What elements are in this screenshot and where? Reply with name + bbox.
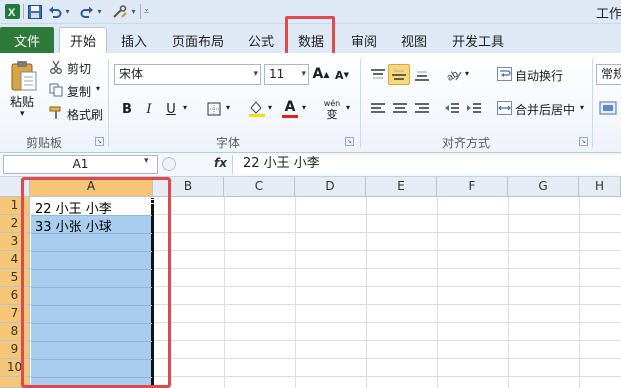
formula-bar-splitter-icon[interactable] [162, 157, 176, 171]
font-launcher-icon[interactable]: ↘ [345, 137, 354, 146]
align-right-icon[interactable] [412, 100, 432, 118]
cut-label[interactable]: 剪切 [67, 60, 91, 77]
tab-file[interactable]: 文件 [0, 27, 54, 53]
tab-view[interactable]: 视图 [394, 27, 434, 53]
wrap-text-icon[interactable] [496, 65, 512, 83]
column-header-c[interactable]: C [224, 177, 295, 197]
tab-developer[interactable]: 开发工具 [446, 27, 510, 53]
copy-label[interactable]: 复制 [67, 83, 91, 100]
number-format-value: 常规 [601, 67, 621, 81]
font-name-dropdown-icon[interactable]: ▾ [253, 65, 258, 84]
borders-icon[interactable] [205, 100, 223, 118]
name-box-value: A1 [72, 157, 89, 171]
formula-bar: A1 ▾ fx 22 小王 小李 [0, 153, 621, 177]
shrink-font-button[interactable]: A ▼ [334, 66, 350, 84]
tools-dropdown-icon[interactable]: ▾ [129, 3, 138, 20]
worksheet-grid[interactable]: A B C D E F G H 1 2 3 4 5 6 7 8 9 10 22 … [0, 177, 621, 388]
column-header-d[interactable]: D [295, 177, 366, 197]
font-name-value: 宋体 [119, 67, 144, 81]
cut-icon[interactable] [48, 59, 64, 75]
font-size-select[interactable]: 11 ▾ [264, 64, 309, 85]
align-center-icon[interactable] [390, 100, 410, 118]
alignment-group-label: 对齐方式 [442, 136, 491, 150]
tools-icon[interactable] [111, 3, 129, 20]
decrease-indent-icon[interactable] [442, 100, 462, 118]
font-group-label: 字体 [216, 136, 241, 150]
grow-font-button[interactable]: A ▲ [313, 65, 330, 83]
clipboard-group-label: 剪贴板 [26, 136, 63, 150]
column-header-f[interactable]: F [437, 177, 508, 197]
customize-icon[interactable]: ⩡ [142, 3, 151, 20]
align-middle-icon[interactable] [388, 64, 410, 85]
tab-page-layout[interactable]: 页面布局 [166, 27, 230, 53]
excel-logo-icon[interactable]: X [4, 3, 20, 20]
tab-review[interactable]: 审阅 [344, 27, 384, 53]
clipboard-launcher-icon[interactable]: ↘ [95, 137, 104, 146]
align-top-icon[interactable] [368, 66, 388, 84]
underline-dropdown-icon[interactable]: ▾ [183, 103, 187, 112]
tab-home[interactable]: 开始 [59, 27, 107, 53]
svg-text:X: X [8, 7, 16, 19]
align-left-icon[interactable] [368, 100, 388, 118]
merge-center-button[interactable]: 合并后居中 [515, 101, 575, 118]
column-a-highlight-box [21, 177, 171, 388]
paste-icon[interactable] [8, 57, 40, 95]
column-header-h[interactable]: H [579, 177, 621, 197]
name-box[interactable]: A1 [3, 155, 158, 174]
align-bottom-icon[interactable] [412, 66, 432, 84]
column-header-g[interactable]: G [508, 177, 579, 197]
paste-label[interactable]: 粘贴 [10, 93, 34, 110]
bold-button[interactable]: B [118, 100, 136, 118]
fill-color-dropdown-icon[interactable]: ▾ [268, 103, 272, 112]
font-size-value: 11 [269, 67, 285, 81]
tab-formulas[interactable]: 公式 [241, 27, 281, 53]
copy-dropdown-icon[interactable]: ▾ [96, 84, 100, 93]
italic-button[interactable]: I [140, 100, 158, 118]
increase-indent-icon[interactable] [464, 100, 484, 118]
formula-input[interactable]: 22 小王 小李 [232, 155, 621, 174]
tab-insert[interactable]: 插入 [114, 27, 154, 53]
font-name-select[interactable]: 宋体 ▾ [114, 64, 261, 85]
merge-center-dropdown-icon[interactable]: ▾ [580, 103, 584, 112]
name-box-dropdown-icon[interactable]: ▾ [144, 156, 149, 166]
alignment-launcher-icon[interactable]: ↘ [579, 137, 588, 146]
paste-dropdown-icon[interactable]: ▾ [20, 109, 25, 119]
wrap-text-button[interactable]: 自动换行 [515, 67, 563, 84]
copy-icon[interactable] [48, 82, 64, 98]
underline-button[interactable]: U [162, 100, 180, 118]
phonetic-button[interactable]: wén 变 [320, 97, 344, 121]
data-tab-highlight-box [285, 16, 335, 56]
accounting-format-icon[interactable] [598, 98, 618, 118]
column-header-e[interactable]: E [366, 177, 437, 197]
font-color-button[interactable]: A [280, 97, 300, 119]
undo-dropdown-icon[interactable]: ▾ [63, 3, 72, 20]
redo-dropdown-icon[interactable]: ▾ [95, 3, 104, 20]
merge-center-icon[interactable] [496, 99, 512, 117]
ribbon-home: 粘贴 ▾ 剪切 复制 ▾ 格式刷 剪贴板 ↘ 宋体 ▾ 11 ▾ A ▲ A ▼ B I… [0, 53, 621, 153]
insert-function-button[interactable]: fx [214, 156, 227, 170]
redo-icon[interactable] [79, 3, 95, 20]
phonetic-dropdown-icon[interactable]: ▾ [346, 103, 350, 112]
orientation-dropdown-icon[interactable]: ▾ [465, 69, 469, 78]
font-size-dropdown-icon[interactable]: ▾ [301, 65, 306, 84]
orientation-icon[interactable]: ab [444, 66, 464, 84]
undo-icon[interactable] [47, 3, 63, 20]
format-painter-icon[interactable] [48, 105, 64, 121]
font-color-dropdown-icon[interactable]: ▾ [302, 103, 306, 112]
save-icon[interactable] [27, 3, 43, 20]
window-title: 工作 [596, 7, 621, 22]
format-painter-label[interactable]: 格式刷 [67, 106, 103, 123]
fill-color-icon[interactable] [247, 98, 267, 118]
number-format-select[interactable]: 常规 [596, 64, 621, 85]
borders-dropdown-icon[interactable]: ▾ [226, 103, 230, 112]
